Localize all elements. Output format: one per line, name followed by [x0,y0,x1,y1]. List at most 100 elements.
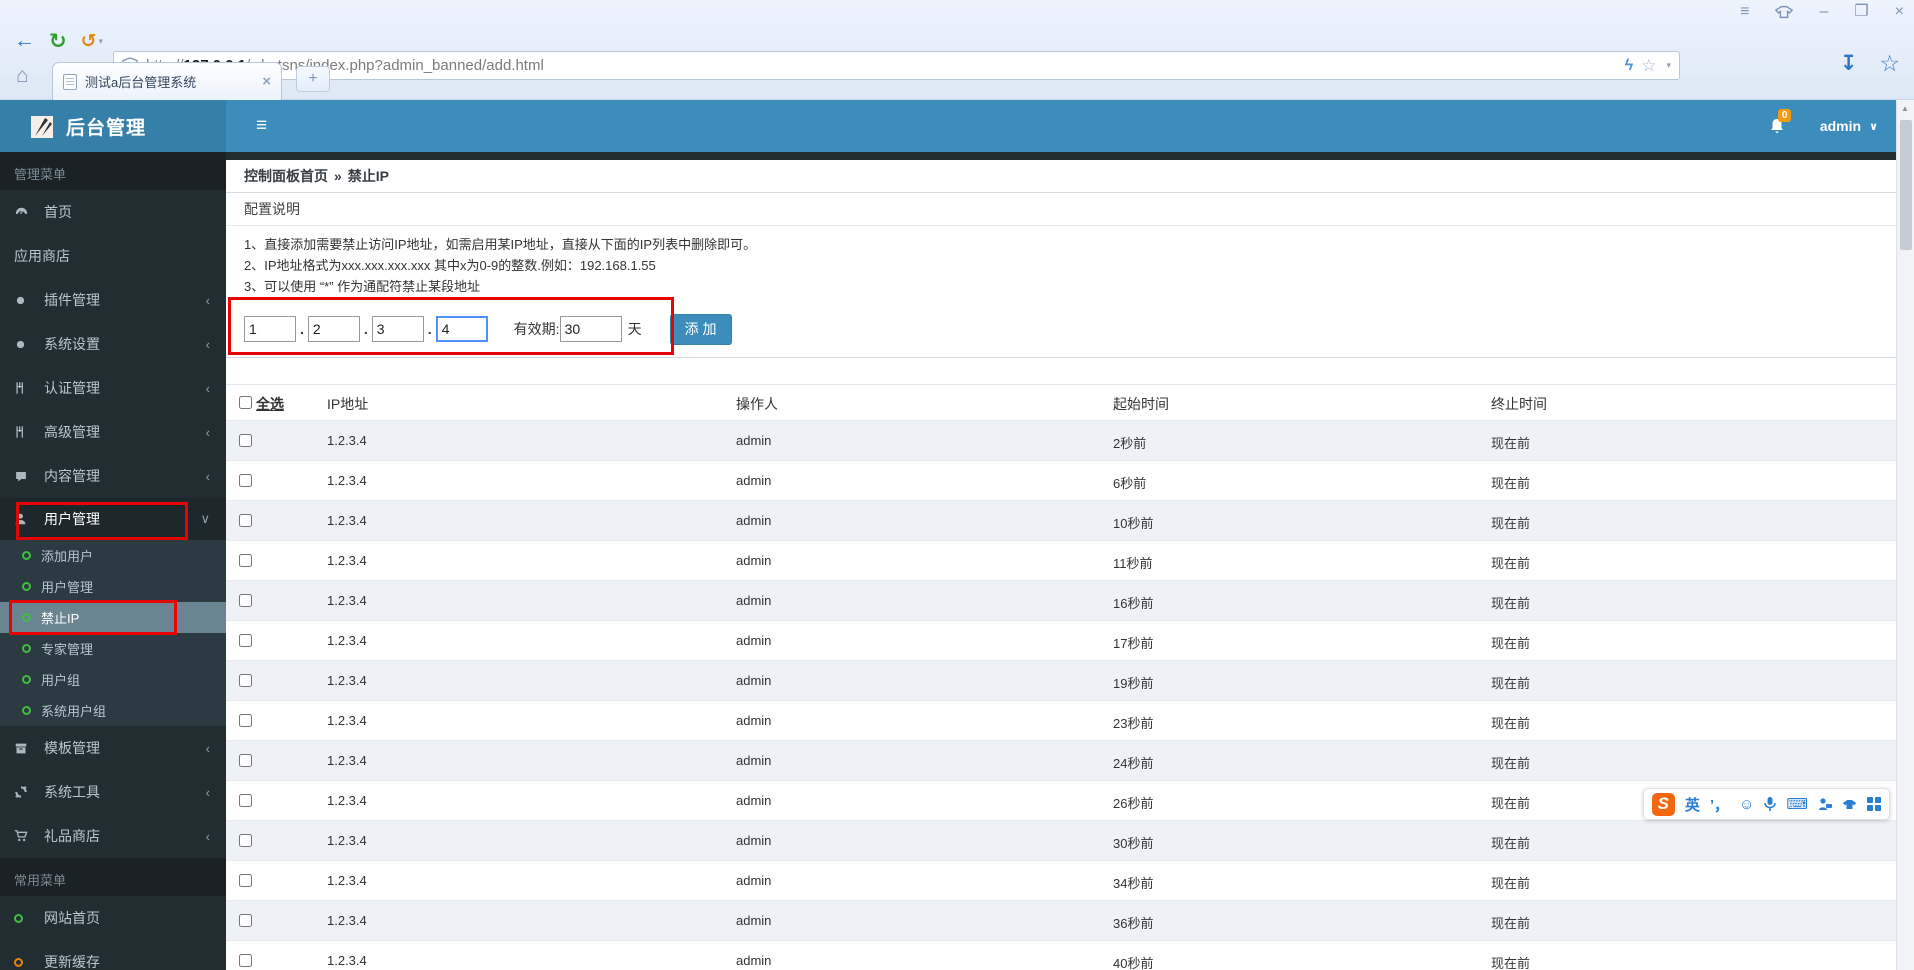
sidebar-subitem-ban-ip[interactable]: 禁止IP [0,602,226,633]
sidebar-item-home[interactable]: 首页 [0,190,226,234]
cell-operator: admin [736,793,772,808]
row-checkbox[interactable] [239,594,252,607]
sidebar-subitem-label: 禁止IP [41,611,80,626]
column-header-ip: IP地址 [327,396,369,412]
row-checkbox[interactable] [239,754,252,767]
cell-end-time: 现在前 [1491,596,1531,611]
cell-ip: 1.2.3.4 [327,913,367,928]
instruction-line: 1、直接添加需要禁止访问IP地址，如需启用某IP地址，直接从下面的IP列表中删除… [244,237,757,252]
validity-input[interactable] [559,316,622,342]
undo-dropdown-caret[interactable]: ▾ [99,36,104,47]
home-icon[interactable]: ⌂ [16,64,29,88]
ime-toolbox-icon[interactable] [1867,797,1881,811]
sidebar-item-refresh-cache[interactable]: 更新缓存 [0,940,226,970]
scrollbar-thumb[interactable] [1900,120,1912,250]
close-window-button[interactable]: × [1895,3,1904,21]
ip-octet-4-input[interactable] [435,316,488,342]
sidebar-item-content-mgmt[interactable]: 内容管理 ‹ [0,454,226,498]
logo-icon [30,113,56,139]
circle-icon [22,675,31,684]
cell-operator: admin [736,593,772,608]
row-checkbox[interactable] [239,634,252,647]
cell-ip: 1.2.3.4 [327,673,367,688]
back-button[interactable]: ← [14,29,35,53]
page-scrollbar[interactable]: ▲ [1896,100,1914,970]
sidebar-item-site-home[interactable]: 网站首页 [0,896,226,940]
sidebar-item-advanced-mgmt[interactable]: 高级管理 ‹ [0,410,226,454]
keyboard-icon[interactable]: ⌨ [1786,795,1808,813]
row-checkbox[interactable] [239,554,252,567]
row-checkbox[interactable] [239,674,252,687]
cell-operator: admin [736,433,772,448]
sidebar-item-cert-mgmt[interactable]: 认证管理 ‹ [0,366,226,410]
ime-user-icon[interactable] [1818,797,1832,811]
breadcrumb-root-link[interactable]: 控制面板首页 [244,166,328,186]
row-checkbox[interactable] [239,794,252,807]
validity-label: 有效期: [513,321,560,337]
ime-punctuation-icon[interactable]: ’， [1710,794,1729,815]
minimize-button[interactable]: – [1819,3,1828,21]
sidebar-toggle-icon[interactable]: ≡ [246,100,277,152]
table-row: 1.2.3.4 admin 6秒前 现在前 [226,461,1896,501]
row-checkbox[interactable] [239,954,252,967]
ip-octet-2-input[interactable] [307,316,360,342]
table-row: 1.2.3.4 admin 40秒前 现在前 [226,941,1896,970]
select-all-label[interactable]: 全选 [256,394,284,414]
select-all-checkbox[interactable] [239,396,252,409]
sidebar-item-system-tools[interactable]: 系统工具 ‹ [0,770,226,814]
sidebar-item-label: 网站首页 [44,910,100,926]
table-row: 1.2.3.4 admin 11秒前 现在前 [226,541,1896,581]
cutlery-icon [14,381,36,395]
undo-button[interactable]: ↺ [81,30,97,53]
sidebar-item-system-settings[interactable]: 系统设置 ‹ [0,322,226,366]
microphone-icon[interactable] [1764,796,1777,812]
cell-ip: 1.2.3.4 [327,433,367,448]
column-header-operator: 操作人 [736,396,778,412]
sidebar-subitem-user-list[interactable]: 用户管理 [0,571,226,602]
row-checkbox[interactable] [239,714,252,727]
app-logo[interactable]: 后台管理 [0,100,226,152]
emoji-icon[interactable]: ☺ [1739,796,1754,813]
row-checkbox[interactable] [239,874,252,887]
scrollbar-up-arrow[interactable]: ▲ [1901,104,1909,113]
row-checkbox[interactable] [239,474,252,487]
sogou-logo-icon[interactable]: S [1651,792,1675,816]
row-checkbox[interactable] [239,834,252,847]
row-checkbox[interactable] [239,514,252,527]
cell-end-time: 现在前 [1491,676,1531,691]
user-dropdown[interactable]: admin ∨ [1820,118,1878,134]
sidebar-item-app-store[interactable]: 应用商店 [0,234,226,278]
refresh-button[interactable]: ↻ [49,29,67,54]
browser-menu-icon[interactable]: ≡ [1740,3,1749,21]
chevron-left-icon: ‹ [205,740,210,756]
chevron-down-icon: ∨ [1869,120,1878,133]
sidebar-item-gift-shop[interactable]: 礼品商店 ‹ [0,814,226,858]
browser-tab[interactable]: 测试a后台管理系统 × [52,62,282,100]
chevron-left-icon: ‹ [205,424,210,440]
chevron-left-icon: ‹ [205,784,210,800]
sidebar-item-label: 系统设置 [44,336,100,352]
sidebar-item-user-mgmt[interactable]: 用户管理 ∨ [0,498,226,540]
sidebar-subitem-add-user[interactable]: 添加用户 [0,540,226,571]
sidebar-subitem-expert-mgmt[interactable]: 专家管理 [0,633,226,664]
ime-language-mode[interactable]: 英 [1685,794,1700,815]
sidebar-item-plugin-mgmt[interactable]: 插件管理 ‹ [0,278,226,322]
ip-octet-3-input[interactable] [371,316,424,342]
sidebar-subitem-system-user-group[interactable]: 系统用户组 [0,695,226,726]
cell-ip: 1.2.3.4 [327,833,367,848]
skin-icon[interactable] [1775,5,1794,19]
sidebar-item-template-mgmt[interactable]: 模板管理 ‹ [0,726,226,770]
row-checkbox[interactable] [239,914,252,927]
navbar-bottom-strip [226,152,1896,160]
restore-button[interactable]: ❐ [1854,3,1868,21]
ime-skin-icon[interactable] [1842,798,1857,811]
notifications-button[interactable]: 0 [1768,109,1792,135]
add-button[interactable]: 添 加 [669,313,732,345]
new-tab-button[interactable]: + [296,66,330,92]
ip-octet-1-input[interactable] [244,316,296,342]
comment-icon [14,470,36,483]
main-content: 控制面板首页 » 禁止IP 配置说明 1、直接添加需要禁止访问IP地址，如需启用… [226,160,1896,970]
row-checkbox[interactable] [239,434,252,447]
sidebar-subitem-user-group[interactable]: 用户组 [0,664,226,695]
close-tab-icon[interactable]: × [262,73,271,90]
